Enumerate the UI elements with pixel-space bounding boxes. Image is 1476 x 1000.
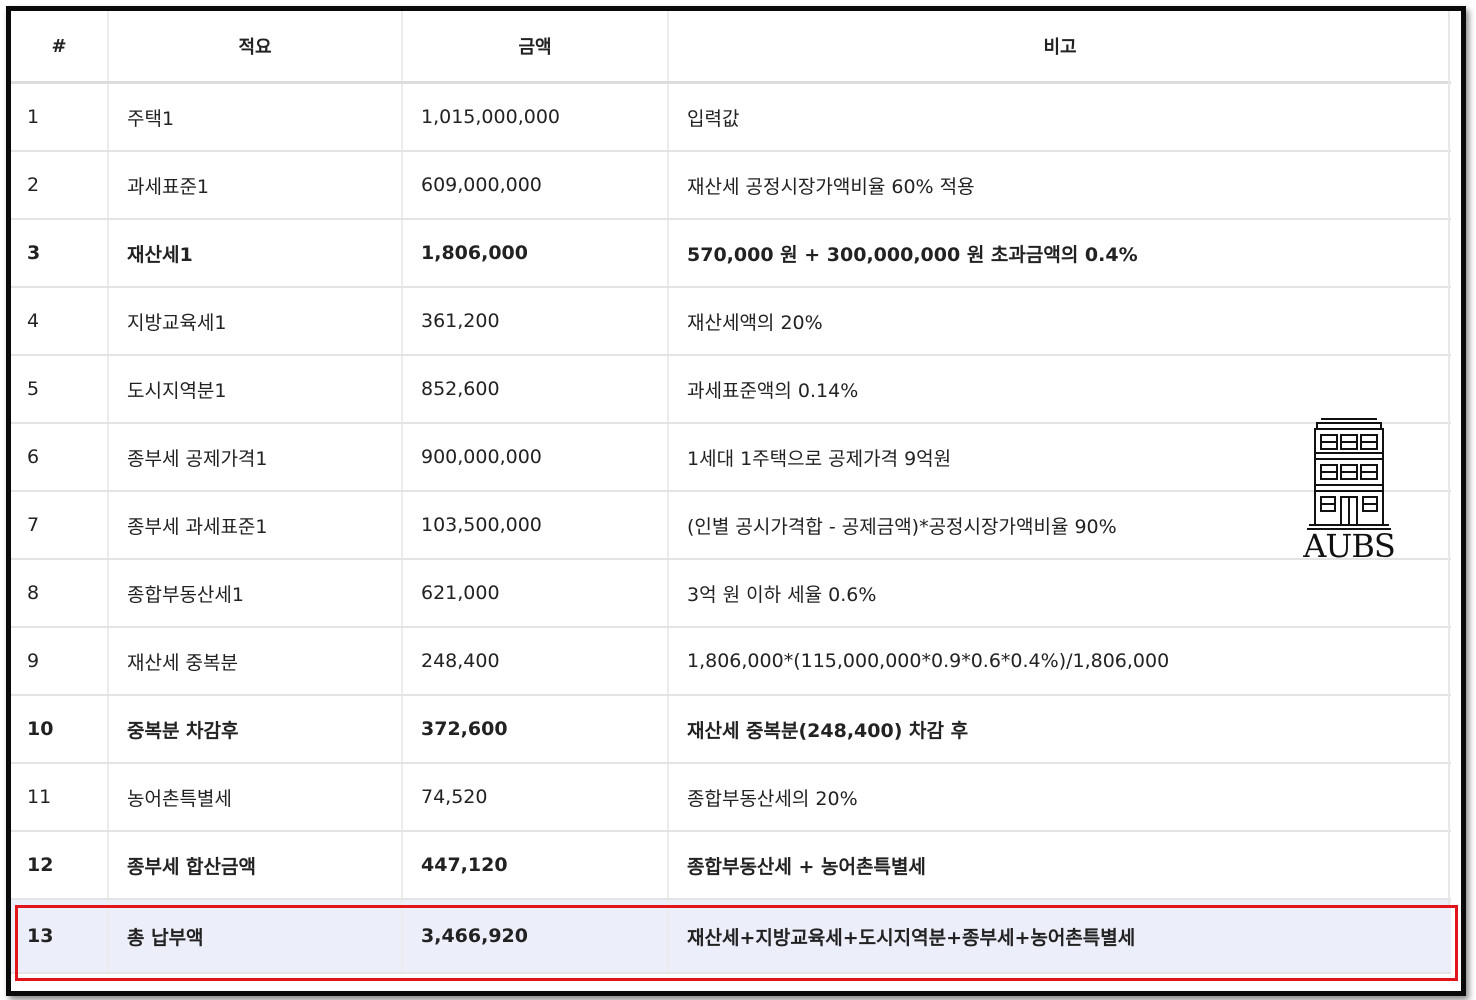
row-amount-cell: 609,000,000 [402,151,669,220]
table-row: 13 총 납부액 3,466,920 재산세+지방교육세+도시지역분+종부세+농어촌특… [11,899,1451,974]
row-note-cell: 재산세액의 20% [668,287,1451,356]
row-number-cell: 10 [11,695,109,764]
row-amount-cell: 1,806,000 [402,219,669,288]
row-description-cell: 총 납부액 [108,899,403,974]
table-row: 1 주택1 1,015,000,000 입력값 [11,82,1451,152]
row-amount-cell: 248,400 [402,627,669,696]
row-description-cell: 종부세 공제가격1 [108,423,403,492]
row-number-cell: 7 [11,491,109,560]
row-note-cell: 1,806,000*(115,000,000*0.9*0.6*0.4%)/1,8… [668,627,1451,696]
table-header-row: # 적요 금액 비고 [11,11,1451,84]
table-row: 7 종부세 과세표준1 103,500,000 (인별 공시가격합 - 공제금액)*공… [11,491,1451,560]
row-note-cell: 입력값 [668,82,1451,152]
row-number-cell: 5 [11,355,109,424]
table-row: 9 재산세 중복분 248,400 1,806,000*(115,000,000*0.… [11,627,1451,696]
row-number-cell: 12 [11,831,109,900]
row-amount-cell: 361,200 [402,287,669,356]
column-header-number: # [11,11,109,84]
row-description-cell: 도시지역분1 [108,355,403,424]
row-note-cell: 종합부동산세 + 농어촌특별세 [668,831,1451,900]
column-header-amount: 금액 [402,11,669,84]
row-number-cell: 6 [11,423,109,492]
row-number-cell: 3 [11,219,109,288]
row-description-cell: 재산세 중복분 [108,627,403,696]
table-row: 4 지방교육세1 361,200 재산세액의 20% [11,287,1451,356]
table-row: 2 과세표준1 609,000,000 재산세 공정시장가액비율 60% 적용 [11,151,1451,220]
row-description-cell: 지방교육세1 [108,287,403,356]
aubs-watermark-text: AUBS [1303,527,1396,565]
table-body: 1 주택1 1,015,000,000 입력값 2 과세표준1 609,000,000 재산세… [11,82,1451,974]
row-note-cell: 재산세 공정시장가액비율 60% 적용 [668,151,1451,220]
row-number-cell: 13 [11,899,109,974]
row-description-cell: 농어촌특별세 [108,763,403,832]
row-amount-cell: 852,600 [402,355,669,424]
row-description-cell: 종부세 합산금액 [108,831,403,900]
table-right-edge [1448,11,1450,906]
row-description-cell: 종합부동산세1 [108,559,403,628]
row-note-cell: 과세표준액의 0.14% [668,355,1451,424]
row-description-cell: 주택1 [108,82,403,152]
row-description-cell: 재산세1 [108,219,403,288]
row-number-cell: 9 [11,627,109,696]
table-row: 11 농어촌특별세 74,520 종합부동산세의 20% [11,763,1451,832]
table-row: 8 종합부동산세1 621,000 3억 원 이하 세율 0.6% [11,559,1451,628]
table-row: 12 종부세 합산금액 447,120 종합부동산세 + 농어촌특별세 [11,831,1451,900]
row-description-cell: 중복분 차감후 [108,695,403,764]
column-header-note: 비고 [668,11,1451,84]
row-description-cell: 종부세 과세표준1 [108,491,403,560]
row-number-cell: 4 [11,287,109,356]
row-amount-cell: 372,600 [402,695,669,764]
row-note-cell: 재산세+지방교육세+도시지역분+종부세+농어촌특별세 [668,899,1451,974]
row-amount-cell: 1,015,000,000 [402,82,669,152]
row-amount-cell: 74,520 [402,763,669,832]
row-note-cell: 570,000 원 + 300,000,000 원 초과금액의 0.4% [668,219,1451,288]
screenshot-frame: # 적요 금액 비고 1 주택1 1,015,000,000 입력값 2 과세표준1 609… [6,6,1466,996]
row-amount-cell: 103,500,000 [402,491,669,560]
row-description-cell: 과세표준1 [108,151,403,220]
tax-calculation-table: # 적요 금액 비고 1 주택1 1,015,000,000 입력값 2 과세표준1 609… [11,11,1451,974]
row-number-cell: 2 [11,151,109,220]
row-amount-cell: 3,466,920 [402,899,669,974]
row-number-cell: 11 [11,763,109,832]
table-row: 6 종부세 공제가격1 900,000,000 1세대 1주택으로 공제가격 9억원 [11,423,1451,492]
row-number-cell: 1 [11,82,109,152]
row-amount-cell: 900,000,000 [402,423,669,492]
row-note-cell: 재산세 중복분(248,400) 차감 후 [668,695,1451,764]
table-row: 3 재산세1 1,806,000 570,000 원 + 300,000,000 원 … [11,219,1451,288]
table-row: 10 중복분 차감후 372,600 재산세 중복분(248,400) 차감 후 [11,695,1451,764]
row-number-cell: 8 [11,559,109,628]
table-row: 5 도시지역분1 852,600 과세표준액의 0.14% [11,355,1451,424]
row-note-cell: 종합부동산세의 20% [668,763,1451,832]
column-header-description: 적요 [108,11,403,84]
row-amount-cell: 621,000 [402,559,669,628]
row-amount-cell: 447,120 [402,831,669,900]
